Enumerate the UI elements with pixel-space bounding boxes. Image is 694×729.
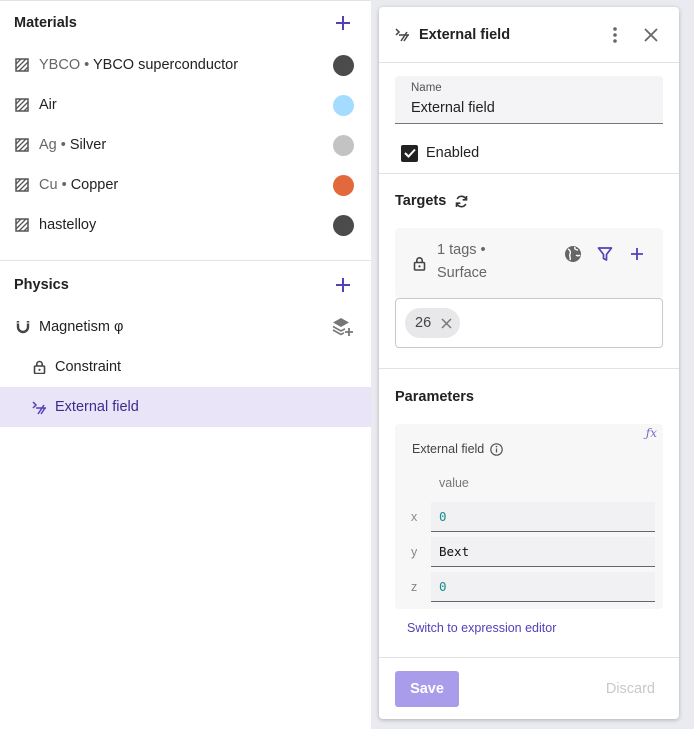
- remove-chip-button[interactable]: [441, 317, 452, 329]
- add-target-button[interactable]: [625, 242, 649, 266]
- enabled-checkbox[interactable]: [401, 144, 418, 162]
- physics-label: External field: [55, 399, 139, 415]
- check-icon: [403, 148, 416, 158]
- parameters-box: ƒx External field value x 0 y Bext z 0: [395, 424, 663, 609]
- external-field-panel: External field Name External field Enabl…: [379, 7, 679, 719]
- targets-header: Targets: [379, 174, 679, 228]
- panel-footer: Save Discard: [379, 657, 679, 719]
- lock-icon: [413, 257, 426, 271]
- more-vert-icon: [613, 26, 617, 43]
- hatch-icon: [15, 138, 29, 152]
- plus-icon: [631, 248, 643, 260]
- enabled-label: Enabled: [426, 145, 480, 161]
- add-layer-button[interactable]: [332, 317, 354, 337]
- z-value-input[interactable]: 0: [431, 572, 655, 602]
- more-options-button[interactable]: [603, 23, 627, 47]
- switch-to-expression-editor-link[interactable]: Switch to expression editor: [407, 621, 679, 635]
- target-chip[interactable]: 26: [405, 308, 461, 338]
- close-icon: [644, 27, 658, 42]
- vector-row-z: z 0: [395, 572, 663, 602]
- refresh-targets-button[interactable]: [455, 194, 468, 209]
- add-material-button[interactable]: [329, 9, 357, 37]
- material-color-swatch[interactable]: [333, 174, 354, 196]
- targets-chip-input[interactable]: 26: [395, 298, 663, 348]
- material-item-copper[interactable]: Cu • Copper: [0, 165, 371, 205]
- filter-button[interactable]: [593, 242, 617, 266]
- plus-icon: [336, 278, 350, 292]
- target-tags-box: 1 tags • Surface: [395, 228, 663, 298]
- material-symbol: Ag: [39, 137, 57, 153]
- physics-item-external-field[interactable]: External field: [0, 387, 371, 427]
- hatch-icon: [15, 178, 29, 192]
- material-name: Silver: [69, 137, 107, 153]
- hatch-icon: [15, 98, 29, 112]
- physics-label: Constraint: [55, 359, 122, 375]
- info-icon[interactable]: [490, 442, 504, 456]
- axis-label: z: [411, 580, 418, 594]
- filter-icon: [597, 247, 613, 261]
- external-field-icon: [31, 400, 46, 414]
- targets-title: Targets: [395, 193, 447, 209]
- material-name: Copper: [70, 177, 119, 193]
- save-button[interactable]: Save: [395, 670, 459, 707]
- plus-icon: [336, 16, 350, 30]
- external-field-icon: [395, 28, 409, 42]
- left-sidebar: Materials YBCO • YBCO superconductor Air…: [0, 0, 371, 729]
- layers-add-icon: [332, 318, 353, 336]
- close-button[interactable]: [639, 23, 663, 47]
- magnet-icon: [16, 321, 30, 334]
- hatch-icon: [15, 58, 29, 72]
- physics-title: Physics: [14, 277, 69, 293]
- name-field[interactable]: Name External field: [395, 76, 663, 124]
- panel-header: External field: [379, 7, 679, 63]
- y-value-input[interactable]: Bext: [431, 537, 655, 567]
- material-color-swatch[interactable]: [333, 94, 354, 116]
- material-symbol: YBCO: [39, 57, 81, 73]
- lock-icon: [33, 360, 45, 374]
- material-color-swatch[interactable]: [333, 134, 354, 156]
- chip-label: 26: [415, 315, 432, 331]
- enabled-checkbox-row[interactable]: Enabled: [401, 144, 663, 162]
- physics-header: Physics: [0, 263, 371, 307]
- name-value[interactable]: External field: [411, 100, 647, 116]
- physics-label: Magnetism φ: [39, 319, 124, 335]
- name-label: Name: [411, 82, 442, 94]
- material-item-silver[interactable]: Ag • Silver: [0, 125, 371, 165]
- value-column-header: value: [439, 476, 469, 490]
- x-value-input[interactable]: 0: [431, 502, 655, 532]
- material-name: hastelloy: [39, 217, 97, 233]
- globe-icon: [565, 246, 581, 262]
- materials-header: Materials: [0, 1, 371, 45]
- add-physics-button[interactable]: [329, 271, 357, 299]
- physics-item-constraint[interactable]: Constraint: [0, 347, 371, 387]
- sync-icon: [456, 195, 468, 207]
- vector-row-y: y Bext: [395, 537, 663, 567]
- material-item-hastelloy[interactable]: hastelloy: [0, 205, 371, 245]
- close-icon: [441, 317, 452, 329]
- section-divider: [0, 260, 371, 261]
- axis-label: y: [411, 545, 418, 559]
- material-symbol: Cu: [39, 177, 58, 193]
- material-item-ybco[interactable]: YBCO • YBCO superconductor: [0, 45, 371, 85]
- axis-label: x: [411, 510, 418, 524]
- discard-button[interactable]: Discard: [606, 681, 655, 697]
- external-field-label: External field: [412, 442, 504, 456]
- panel-title: External field: [419, 26, 511, 43]
- global-scope-button[interactable]: [561, 242, 585, 266]
- materials-title: Materials: [14, 15, 77, 31]
- physics-item-magnetism[interactable]: Magnetism φ: [0, 307, 371, 347]
- hatch-icon: [15, 218, 29, 232]
- material-item-air[interactable]: Air: [0, 85, 371, 125]
- material-color-swatch[interactable]: [333, 214, 354, 236]
- function-icon[interactable]: ƒx: [646, 426, 657, 440]
- material-color-swatch[interactable]: [333, 54, 354, 76]
- material-name: YBCO superconductor: [92, 57, 239, 73]
- material-name: Air: [39, 97, 57, 113]
- tag-summary: 1 tags • Surface: [437, 242, 487, 281]
- vector-row-x: x 0: [395, 502, 663, 532]
- parameters-header: Parameters: [395, 388, 474, 405]
